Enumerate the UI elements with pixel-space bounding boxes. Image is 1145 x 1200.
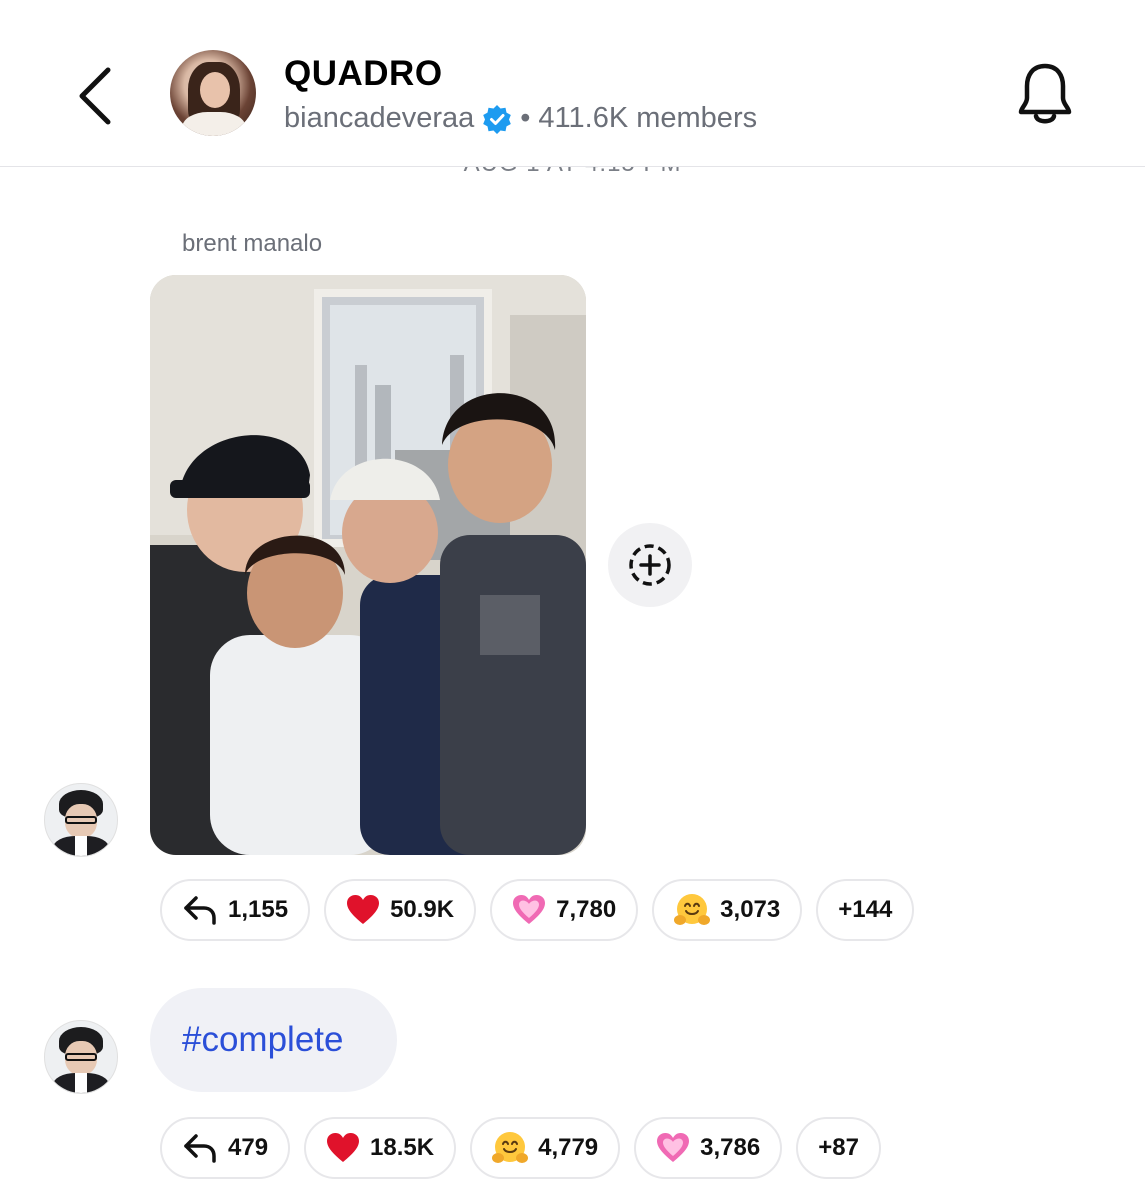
channel-title[interactable]: QUADRO xyxy=(284,54,443,94)
hugging-face-emoji-icon xyxy=(492,1132,529,1163)
photo-message[interactable] xyxy=(150,275,586,855)
reaction-chip-red-heart[interactable]: 18.5K xyxy=(304,1117,457,1179)
hugging-face-emoji-icon xyxy=(674,894,711,925)
sender-name: brent manalo xyxy=(182,230,323,257)
more-reactions-count: +144 xyxy=(838,896,893,923)
text-message-bubble[interactable]: #complete xyxy=(150,988,397,1092)
back-button[interactable] xyxy=(62,56,132,136)
pink-sparkling-heart-emoji-icon xyxy=(657,1133,690,1162)
reaction-count: 50.9K xyxy=(390,896,455,923)
reply-count: 1,155 xyxy=(228,896,289,923)
reply-icon xyxy=(184,896,216,925)
photo-reactions: 1,155 50.9K 7,780 3,073 +144 xyxy=(160,879,915,941)
separator-dot: • xyxy=(520,102,531,134)
reply-count-chip[interactable]: 1,155 xyxy=(160,879,311,941)
pink-sparkling-heart-emoji-icon xyxy=(513,895,546,924)
reaction-count: 18.5K xyxy=(370,1134,435,1161)
notifications-button[interactable] xyxy=(1012,60,1078,130)
reaction-chip-red-heart[interactable]: 50.9K xyxy=(324,879,477,941)
channel-avatar[interactable] xyxy=(170,50,256,136)
more-reactions-count: +87 xyxy=(818,1134,859,1161)
channel-subtitle: biancadeveraa • 411.6K members xyxy=(284,102,757,135)
reply-icon xyxy=(184,1134,216,1163)
reply-count-chip[interactable]: 479 xyxy=(160,1117,291,1179)
share-to-story-button[interactable] xyxy=(608,523,692,607)
bell-icon xyxy=(1018,63,1072,124)
channel-header: QUADRO biancadeveraa • 411.6K members xyxy=(0,0,1145,167)
member-count: 411.6K members xyxy=(538,102,758,134)
red-heart-emoji-icon xyxy=(347,895,380,924)
sender-avatar[interactable] xyxy=(44,1020,118,1094)
text-reactions: 479 18.5K 4,779 3,786 +87 xyxy=(160,1117,881,1179)
reaction-chip-sparkling-heart[interactable]: 3,786 xyxy=(634,1117,783,1179)
reaction-count: 3,786 xyxy=(700,1134,761,1161)
reaction-chip-hugging-face[interactable]: 4,779 xyxy=(470,1117,621,1179)
group-photo-image xyxy=(150,275,586,855)
more-reactions-chip[interactable]: +87 xyxy=(796,1117,881,1179)
reply-count: 479 xyxy=(228,1134,269,1161)
reaction-count: 4,779 xyxy=(538,1134,599,1161)
reaction-chip-hugging-face[interactable]: 3,073 xyxy=(652,879,803,941)
owner-handle[interactable]: biancadeveraa xyxy=(284,102,474,135)
red-heart-emoji-icon xyxy=(327,1133,360,1162)
verified-badge-icon xyxy=(483,104,512,134)
reaction-count: 7,780 xyxy=(556,896,617,923)
hashtag-link[interactable]: #complete xyxy=(182,1020,343,1060)
more-reactions-chip[interactable]: +144 xyxy=(816,879,915,941)
reaction-count: 3,073 xyxy=(720,896,781,923)
chevron-left-icon xyxy=(79,67,111,125)
sender-avatar[interactable] xyxy=(44,783,118,857)
reaction-chip-sparkling-heart[interactable]: 7,780 xyxy=(490,879,639,941)
dashed-circle-plus-icon xyxy=(629,544,671,586)
